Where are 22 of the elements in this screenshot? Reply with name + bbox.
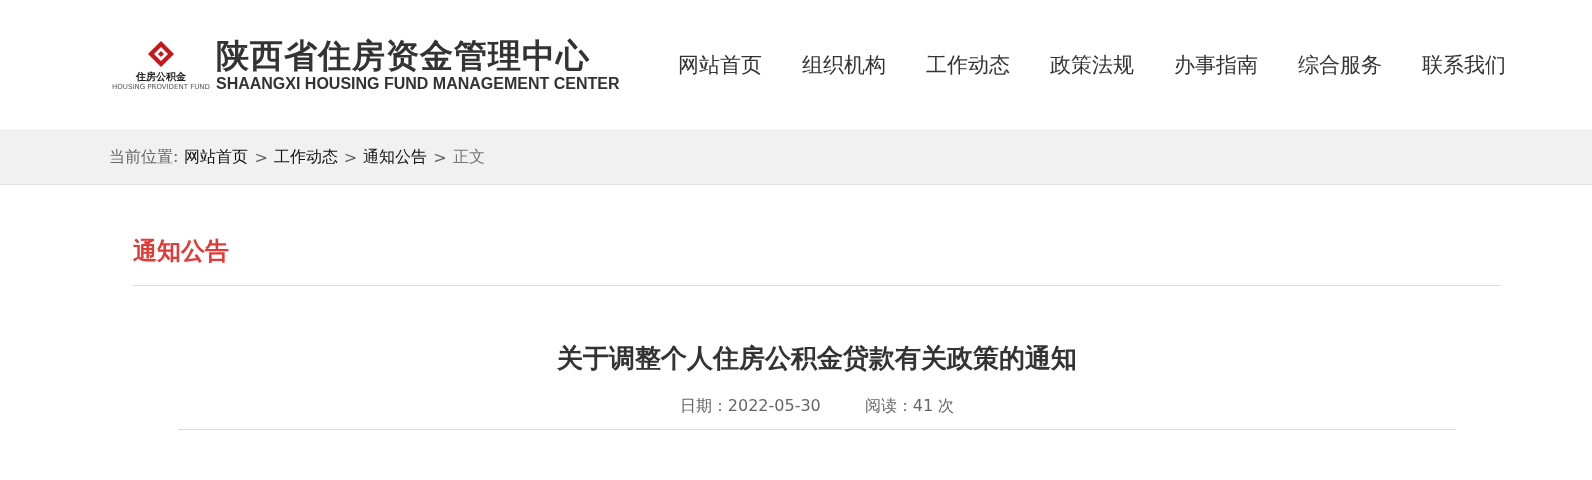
breadcrumb-separator: > bbox=[254, 148, 268, 167]
site-subtitle: SHAANGXI HOUSING FUND MANAGEMENT CENTER bbox=[215, 75, 620, 93]
article-date: 日期：2022-05-30 bbox=[679, 396, 821, 417]
nav-link[interactable]: 政策法规 bbox=[1050, 51, 1134, 79]
breadcrumb-label: 当前位置: bbox=[109, 147, 179, 168]
nav-link[interactable]: 综合服务 bbox=[1298, 51, 1382, 79]
view-count: 阅读：41 次 bbox=[864, 396, 955, 417]
article-title: 关于调整个人住房公积金贷款有关政策的通知 bbox=[557, 343, 1077, 373]
nav-link[interactable]: 办事指南 bbox=[1174, 51, 1258, 79]
nav-link[interactable]: 网站首页 bbox=[678, 51, 762, 79]
breadcrumb-link[interactable]: 工作动态 bbox=[273, 147, 338, 168]
breadcrumb-link[interactable]: 网站首页 bbox=[184, 147, 249, 168]
breadcrumb-separator: > bbox=[343, 148, 358, 167]
section-title: 通知公告 bbox=[133, 236, 229, 267]
breadcrumb-current: 正文 bbox=[452, 147, 485, 168]
nav-link[interactable]: 联系我们 bbox=[1422, 51, 1506, 79]
logo-caption: 住房公积金 bbox=[135, 70, 186, 82]
nav-link[interactable]: 组织机构 bbox=[802, 51, 886, 79]
nav-link[interactable]: 工作动态 bbox=[926, 51, 1010, 79]
site-title: 陕西省住房资金管理中心 bbox=[215, 37, 591, 75]
breadcrumb-link[interactable]: 通知公告 bbox=[363, 147, 428, 168]
breadcrumb-separator: > bbox=[433, 148, 447, 167]
